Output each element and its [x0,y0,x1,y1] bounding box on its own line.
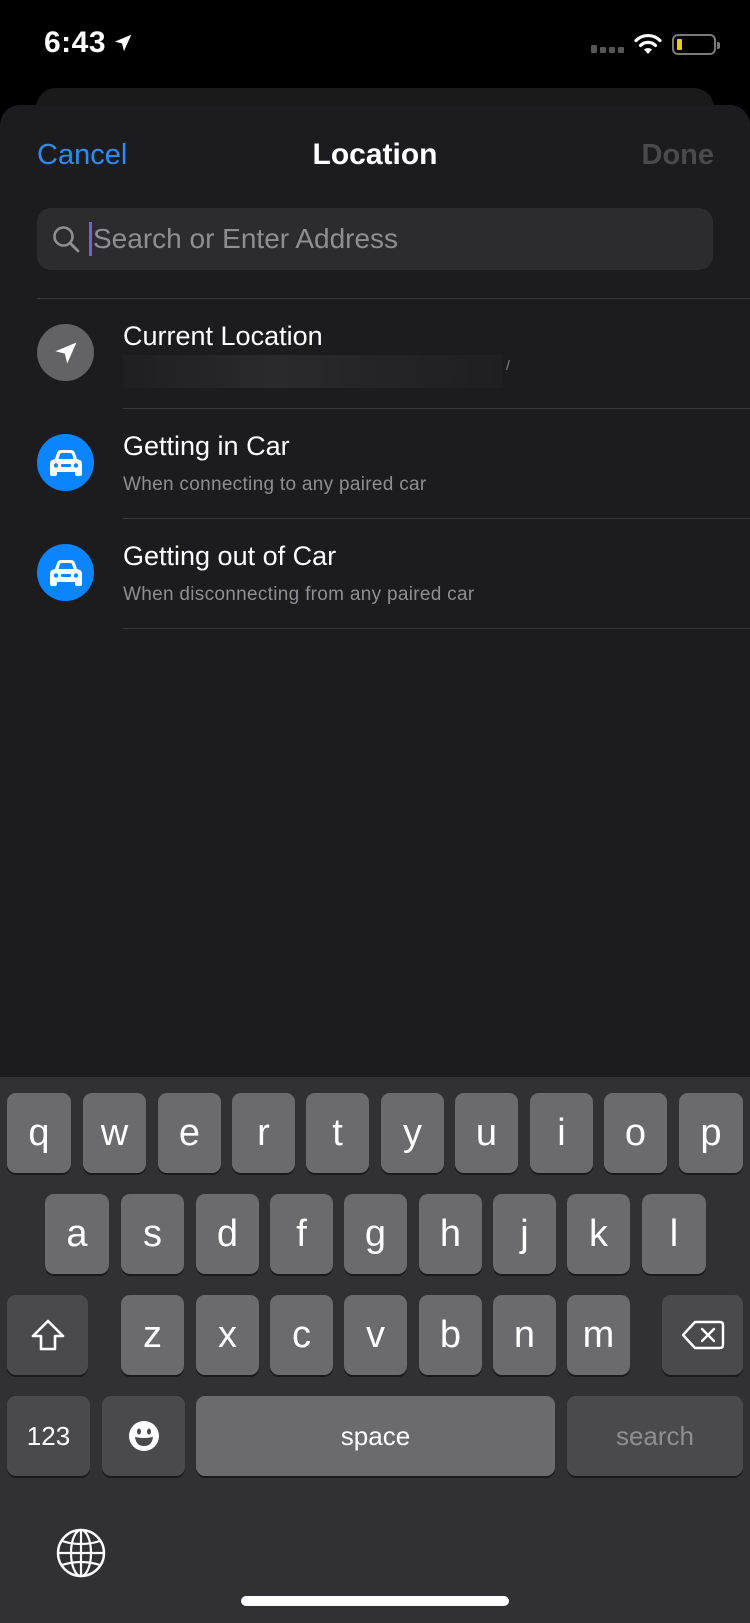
emoji-key[interactable] [102,1396,185,1476]
car-icon-badge [37,544,94,601]
delete-key[interactable] [662,1295,743,1375]
location-arrow-icon [55,342,76,363]
key-q[interactable]: q [7,1093,71,1173]
emoji-icon [128,1421,159,1451]
key-a[interactable]: a [45,1194,109,1274]
key-k[interactable]: k [567,1194,630,1274]
list-item-current-location[interactable]: Current Location / [0,299,750,409]
key-w[interactable]: w [83,1093,146,1173]
numbers-key[interactable]: 123 [7,1396,90,1476]
item-title: Getting in Car [123,431,290,461]
item-title: Getting out of Car [123,541,337,571]
item-subtitle: When disconnecting from any paired car [123,584,475,605]
key-d[interactable]: d [196,1194,259,1274]
shift-icon [31,1319,64,1351]
location-options-list: Current Location / Getting in Car When c… [0,299,750,629]
search-input[interactable] [93,223,713,255]
key-j[interactable]: j [493,1194,556,1274]
search-icon [53,226,80,253]
redacted-address [123,355,503,388]
space-key[interactable]: space [196,1396,555,1476]
done-button[interactable]: Done [642,139,715,172]
nav-bar: Cancel Location Done [0,105,750,205]
key-g[interactable]: g [344,1194,407,1274]
key-t[interactable]: t [306,1093,369,1173]
location-arrow-icon [114,34,132,52]
key-l[interactable]: l [642,1194,706,1274]
key-r[interactable]: r [232,1093,295,1173]
key-n[interactable]: n [493,1295,556,1375]
list-item-getting-in-car[interactable]: Getting in Car When connecting to any pa… [0,409,750,519]
key-e[interactable]: e [158,1093,221,1173]
time-label: 6:43 [44,26,107,59]
home-indicator[interactable] [241,1596,509,1606]
key-b[interactable]: b [419,1295,482,1375]
status-bar: 6:43 [0,0,750,90]
current-location-icon-badge [37,324,94,381]
divider [123,628,750,629]
status-time: 6:43 [44,26,134,60]
key-v[interactable]: v [344,1295,407,1375]
search-field[interactable] [37,208,713,270]
key-y[interactable]: y [381,1093,444,1173]
key-s[interactable]: s [121,1194,184,1274]
search-key[interactable]: search [567,1396,743,1476]
key-p[interactable]: p [679,1093,743,1173]
key-o[interactable]: o [604,1093,667,1173]
cancel-button[interactable]: Cancel [37,139,127,172]
key-i[interactable]: i [530,1093,593,1173]
item-subtitle: When connecting to any paired car [123,474,427,495]
car-icon-badge [37,434,94,491]
car-icon [49,559,82,586]
location-sheet: Cancel Location Done Current Location / [0,105,750,1085]
key-u[interactable]: u [455,1093,518,1173]
key-x[interactable]: x [196,1295,259,1375]
redacted-address-tail: / [506,357,510,373]
car-icon [49,449,82,476]
list-item-getting-out-of-car[interactable]: Getting out of Car When disconnecting fr… [0,519,750,629]
key-z[interactable]: z [121,1295,184,1375]
key-h[interactable]: h [419,1194,482,1274]
shift-key[interactable] [7,1295,88,1375]
globe-icon[interactable] [55,1527,107,1579]
key-m[interactable]: m [567,1295,630,1375]
cellular-signal-icon [591,45,624,53]
key-c[interactable]: c [270,1295,333,1375]
battery-low-icon [672,34,720,55]
text-cursor [89,222,92,256]
key-f[interactable]: f [270,1194,333,1274]
wifi-icon [634,33,662,54]
delete-backspace-icon [681,1320,724,1350]
item-title: Current Location [123,321,323,351]
